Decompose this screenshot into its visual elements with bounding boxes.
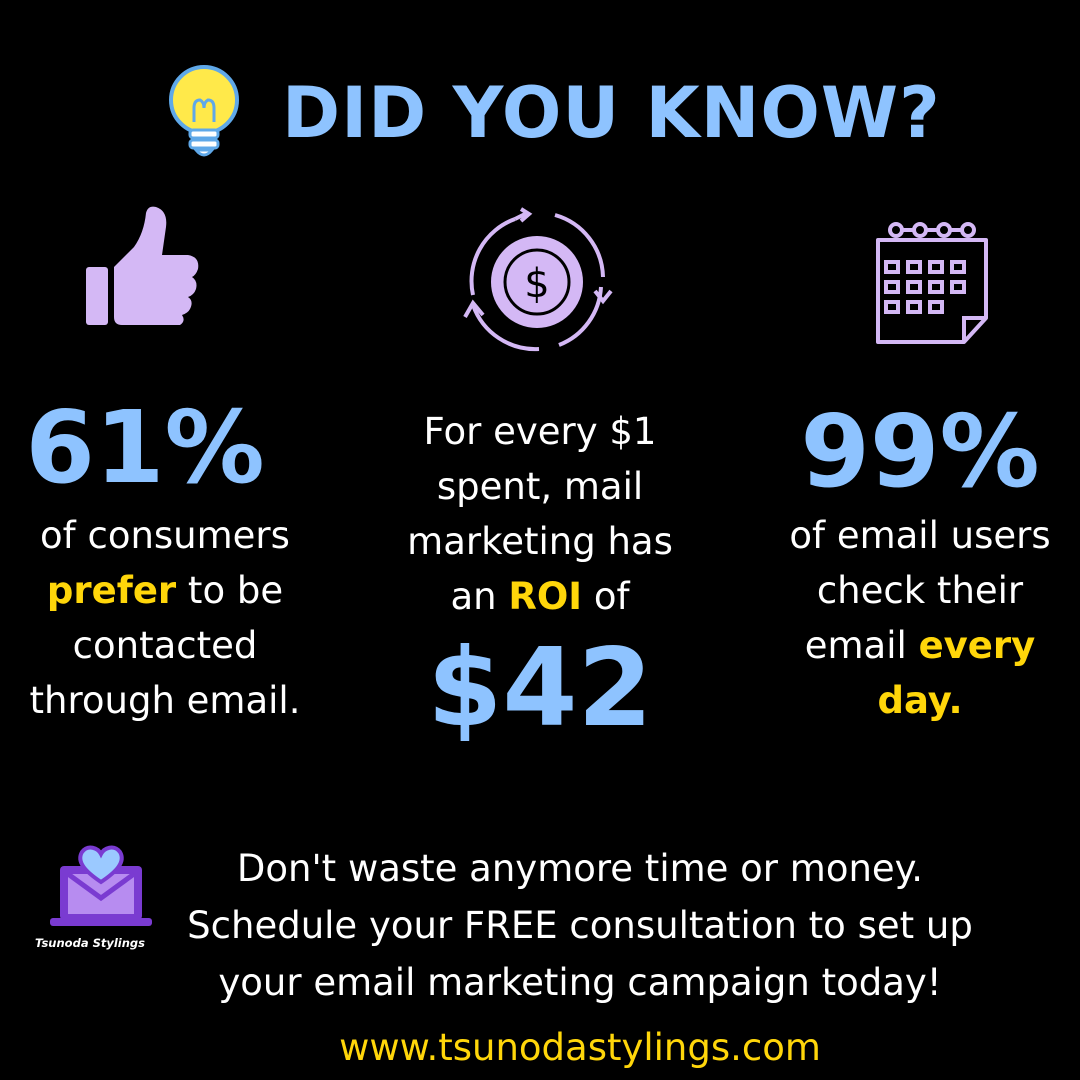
stat-text-line: of email users: [789, 514, 1051, 557]
stat-text-line: check their: [816, 569, 1024, 612]
stat-text-fragment: of: [582, 575, 630, 618]
stat-value-42-dollars: $42: [427, 626, 653, 751]
stat-text-fragment: an: [450, 575, 509, 618]
website-link[interactable]: www.tsunodastylings.com: [270, 1022, 890, 1074]
stat-text-line: an ROI of: [385, 569, 695, 624]
stat-text-line: of consumers: [40, 514, 290, 557]
stat-description: of email users check their email every d…: [770, 508, 1070, 728]
highlight-word: prefer: [46, 569, 177, 612]
stat-text-line: contacted: [72, 624, 258, 667]
highlight-word: ROI: [508, 575, 583, 618]
stat-text-line: spent, mail: [436, 465, 644, 508]
page-title: DID YOU KNOW?: [282, 72, 941, 154]
svg-text:$: $: [524, 261, 549, 307]
stat-text-line: For every $1: [423, 410, 657, 453]
highlight-word: day.: [877, 679, 963, 722]
stat-text-line: day.: [770, 673, 1070, 728]
brand-logo: Tsunoda Stylings: [20, 842, 160, 957]
highlight-word: every: [918, 624, 1036, 667]
cta-line: Schedule your FREE consultation to set u…: [187, 904, 973, 947]
stat-text-line: prefer to be: [10, 563, 320, 618]
stat-value-61-percent: 61%: [25, 389, 265, 506]
laptop-heart-logo-icon: [46, 842, 156, 930]
dollar-cycle-icon: $: [455, 205, 620, 360]
calendar-icon: [872, 218, 992, 350]
cta-line: your email marketing campaign today!: [218, 961, 942, 1004]
stat-text-line: marketing has: [407, 520, 673, 563]
stat-value-99-percent: 99%: [800, 393, 1040, 510]
stat-text-fragment: email: [804, 624, 919, 667]
stat-text-fragment: to be: [176, 569, 284, 612]
stat-text-line: through email.: [29, 679, 301, 722]
call-to-action: Don't waste anymore time or money. Sched…: [150, 840, 1010, 1011]
stat-description: of consumers prefer to be contacted thro…: [10, 508, 320, 728]
stat-description: For every $1 spent, mail marketing has a…: [385, 404, 695, 624]
brand-name: Tsunoda Stylings: [34, 936, 146, 950]
cta-line: Don't waste anymore time or money.: [236, 847, 924, 890]
lightbulb-icon: [164, 64, 244, 164]
thumbs-up-icon: [82, 205, 202, 330]
stat-text-line: email every: [770, 618, 1070, 673]
